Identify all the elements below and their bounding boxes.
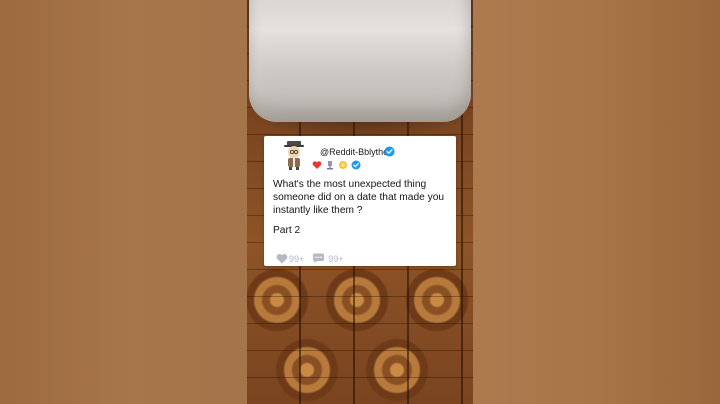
post-stats: 99+ 99+	[276, 253, 352, 264]
trophy-award-icon	[327, 160, 333, 169]
award-badges	[312, 159, 361, 170]
heart-award-icon	[312, 160, 322, 169]
blue-check-award-icon	[351, 160, 361, 169]
avatar-icon[interactable]	[282, 140, 306, 170]
verified-check-icon	[384, 146, 395, 157]
post-card: @Reddit-Bblythe What's the most unexpect…	[264, 136, 456, 266]
plastic-container	[249, 0, 471, 122]
post-question: What's the most unexpected thing someone…	[273, 179, 445, 216]
comment-stat[interactable]: 99+	[312, 253, 344, 264]
comment-count: 99+	[328, 253, 344, 264]
post-part-label: Part 2	[273, 225, 301, 236]
speech-bubble-icon	[313, 253, 325, 263]
heart-icon	[276, 254, 288, 264]
gold-award-icon	[339, 160, 347, 169]
username[interactable]: @Reddit-Bblythe	[320, 147, 388, 157]
like-count: 99+	[289, 253, 305, 264]
like-stat[interactable]: 99+	[276, 253, 304, 264]
